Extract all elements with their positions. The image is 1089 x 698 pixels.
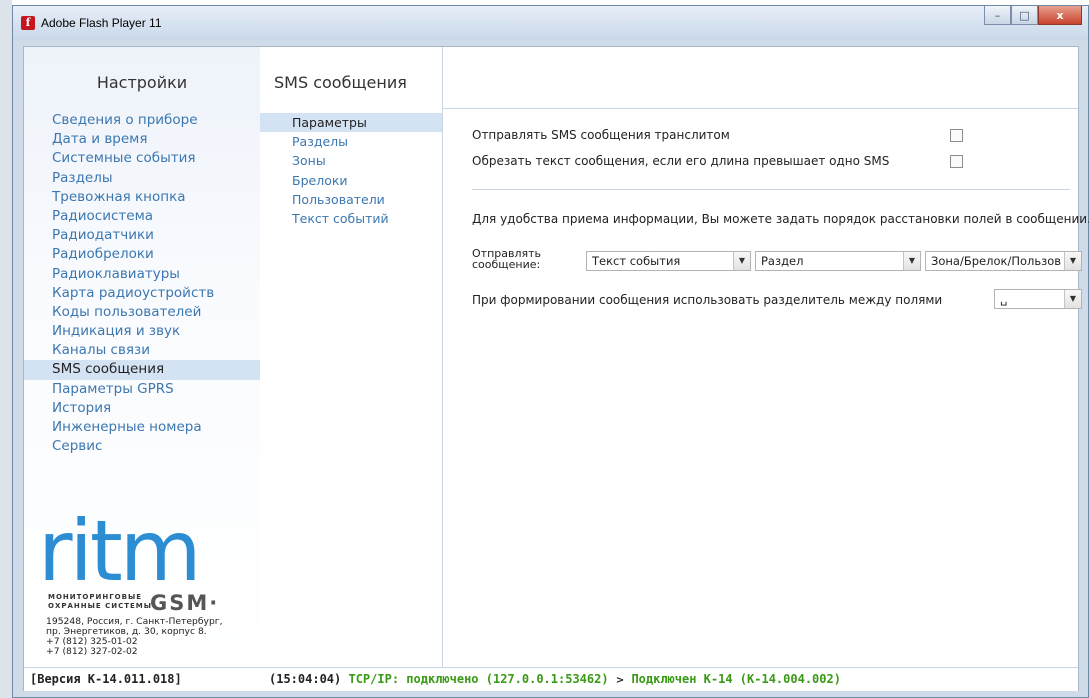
chevron-down-icon: ▼ xyxy=(1064,290,1081,308)
logo-subtitle: МОНИТОРИНГОВЫЕ ОХРАННЫЕ СИСТЕМЫ xyxy=(48,593,152,611)
sidebar-item-service[interactable]: Сервис xyxy=(24,437,260,456)
minimize-button[interactable]: – xyxy=(984,6,1011,25)
sms-subpanel: SMS сообщения Параметры Разделы Зоны Бре… xyxy=(260,47,443,667)
sidebar-item-radio-keyfobs[interactable]: Радиобрелоки xyxy=(24,245,260,264)
ritm-logo: ritm МОНИТОРИНГОВЫЕ ОХРАННЫЕ СИСТЕМЫ GSM… xyxy=(38,502,217,615)
company-address: 195248, Россия, г. Санкт-Петербург, пр. … xyxy=(46,616,223,657)
sidebar-title: Настройки xyxy=(96,73,188,92)
window-title: Adobe Flash Player 11 xyxy=(41,16,162,30)
chevron-down-icon: ▼ xyxy=(733,252,750,270)
settings-menu: Сведения о приборе Дата и время Системны… xyxy=(24,111,260,456)
close-button[interactable]: x xyxy=(1038,6,1082,25)
chevron-down-icon: ▼ xyxy=(903,252,920,270)
flash-icon: f xyxy=(21,16,35,30)
sidebar-item-system-events[interactable]: Системные события xyxy=(24,149,260,168)
field3-value: Зона/Брелок/Пользов xyxy=(931,254,1062,268)
settings-sidebar: Настройки Сведения о приборе Дата и врем… xyxy=(24,47,261,667)
subpanel-item-parameters[interactable]: Параметры xyxy=(260,113,442,133)
logo-subtitle-line2: ОХРАННЫЕ СИСТЕМЫ xyxy=(48,602,152,610)
subpanel-title: SMS сообщения xyxy=(274,73,407,92)
subpanel-item-event-text[interactable]: Текст событий xyxy=(260,209,442,228)
send-label-line2: сообщение: xyxy=(472,258,541,271)
separator-select[interactable]: ␣ ▼ xyxy=(994,289,1082,309)
client-area: Настройки Сведения о приборе Дата и врем… xyxy=(23,46,1089,691)
window-controls: – □ x xyxy=(984,6,1082,25)
status-bar: [Версия К-14.011.018] (15:04:04) TCP/IP:… xyxy=(24,667,1078,691)
version-text: [Версия К-14.011.018] xyxy=(30,672,182,686)
field1-value: Текст события xyxy=(592,254,681,268)
separator-label: При формировании сообщения использовать … xyxy=(472,293,943,307)
subpanel-item-users[interactable]: Пользователи xyxy=(260,190,442,209)
sidebar-item-history[interactable]: История xyxy=(24,399,260,418)
subpanel-item-zones[interactable]: Зоны xyxy=(260,151,442,170)
subpanel-item-keyfobs[interactable]: Брелоки xyxy=(260,171,442,190)
status-arrow: > xyxy=(615,675,625,686)
truncate-label: Обрезать текст сообщения, если его длина… xyxy=(472,154,890,168)
sms-submenu: Параметры Разделы Зоны Брелоки Пользоват… xyxy=(260,113,442,228)
truncate-checkbox[interactable] xyxy=(950,155,963,168)
sidebar-item-gprs[interactable]: Параметры GPRS xyxy=(24,380,260,399)
sidebar-item-radio-system[interactable]: Радиосистема xyxy=(24,207,260,226)
sidebar-item-channels[interactable]: Каналы связи xyxy=(24,341,260,360)
status-tcp: TCP/IP: подключено (127.0.0.1:53462) xyxy=(348,672,609,686)
sidebar-item-device-info[interactable]: Сведения о приборе xyxy=(24,111,260,130)
order-info-text: Для удобства приема информации, Вы может… xyxy=(472,212,1089,226)
logo-gsm: GSM· xyxy=(150,591,220,615)
connection-status: (15:04:04) TCP/IP: подключено (127.0.0.1… xyxy=(269,668,841,692)
app-window: f Adobe Flash Player 11 – □ x Настройки … xyxy=(12,5,1089,698)
logo-wordmark: ritm xyxy=(38,502,202,600)
title-bar[interactable]: f Adobe Flash Player 11 – □ x xyxy=(13,6,1088,40)
status-connected: Подключен К-14 (К-14.004.002) xyxy=(631,672,841,686)
parameters-content: Отправлять SMS сообщения транслитом Обре… xyxy=(442,47,1089,667)
sidebar-item-radio-sensors[interactable]: Радиодатчики xyxy=(24,226,260,245)
field2-value: Раздел xyxy=(761,254,804,268)
divider xyxy=(472,189,1070,190)
sidebar-item-date-time[interactable]: Дата и время xyxy=(24,130,260,149)
sidebar-item-panic-button[interactable]: Тревожная кнопка xyxy=(24,188,260,207)
send-message-label: Отправлять сообщение: xyxy=(472,248,541,270)
status-time: (15:04:04) xyxy=(269,672,342,686)
translit-label: Отправлять SMS сообщения транслитом xyxy=(472,128,730,142)
desktop-edge xyxy=(0,0,12,698)
content-header xyxy=(442,47,1078,109)
sidebar-item-indication-sound[interactable]: Индикация и звук xyxy=(24,322,260,341)
sidebar-item-engineer-numbers[interactable]: Инженерные номера xyxy=(24,418,260,437)
sidebar-item-sms[interactable]: SMS сообщения xyxy=(24,360,260,380)
translit-checkbox[interactable] xyxy=(950,129,963,142)
field2-select[interactable]: Раздел ▼ xyxy=(755,251,921,271)
sidebar-item-radio-keyboards[interactable]: Радиоклавиатуры xyxy=(24,265,260,284)
maximize-button[interactable]: □ xyxy=(1011,6,1038,25)
field3-select[interactable]: Зона/Брелок/Пользов ▼ xyxy=(925,251,1082,271)
sidebar-item-sections[interactable]: Разделы xyxy=(24,169,260,188)
field1-select[interactable]: Текст события ▼ xyxy=(586,251,751,271)
sidebar-item-radio-map[interactable]: Карта радиоустройств xyxy=(24,284,260,303)
sidebar-item-user-codes[interactable]: Коды пользователей xyxy=(24,303,260,322)
chevron-down-icon: ▼ xyxy=(1064,252,1081,270)
logo-subtitle-line1: МОНИТОРИНГОВЫЕ xyxy=(48,593,142,601)
subpanel-item-sections[interactable]: Разделы xyxy=(260,132,442,151)
separator-value: ␣ xyxy=(1000,292,1008,306)
